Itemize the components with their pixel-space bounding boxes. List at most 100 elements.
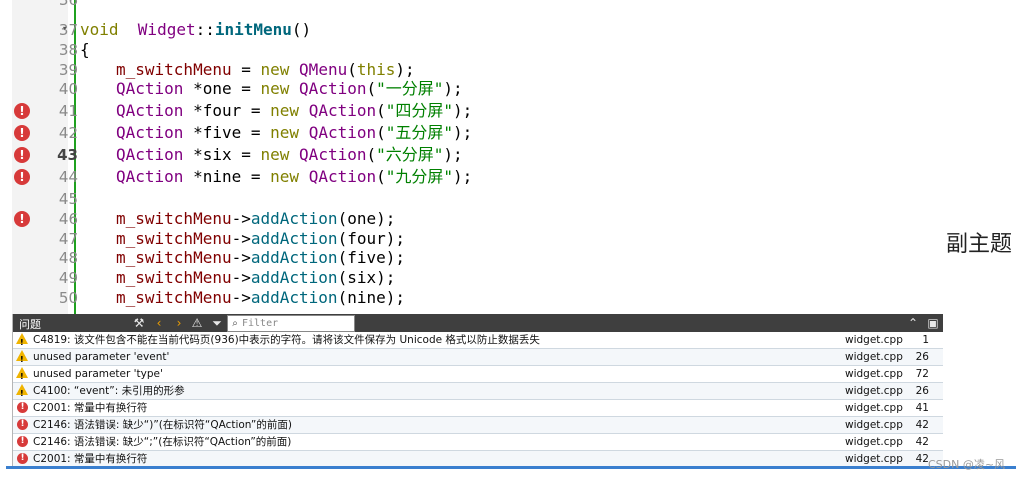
code-token: QMenu — [299, 60, 348, 79]
code-line: 47 m_switchMenu->addAction(four); — [59, 229, 928, 249]
issue-file: widget.cpp — [845, 402, 903, 414]
line-number: 43 — [57, 146, 78, 164]
code-token: = — [231, 60, 261, 79]
panel-bottom-border — [6, 466, 1016, 469]
issue-line: 42 — [915, 436, 929, 448]
issue-row[interactable]: ! unused parameter 'type' widget.cpp 72 — [13, 366, 943, 383]
code-token: new — [270, 123, 300, 142]
build-icon[interactable]: ⚒ — [131, 315, 147, 331]
code-token: initMenu — [214, 20, 292, 39]
code-token: ( — [376, 167, 386, 186]
filter-input[interactable]: ⌕ Filter — [227, 315, 355, 332]
issue-row[interactable]: ! C2146: 语法错误: 缺少“)”(在标识符“QAction”的前面) wid… — [13, 417, 943, 434]
code-token: () — [291, 20, 312, 39]
code-line: ! 44 QAction *nine = new QAction("九分屏"); — [14, 167, 928, 187]
code-token: "一分屏" — [376, 79, 444, 98]
code-token: m_switchMenu — [116, 248, 232, 267]
code-token: *five = — [183, 123, 271, 142]
issue-message: C2146: 语法错误: 缺少“;”(在标识符“QAction”的前面) — [33, 436, 292, 448]
code-token: addAction — [250, 248, 338, 267]
code-token: "六分屏" — [376, 145, 444, 164]
code-line: ! 43 QAction *six = new QAction("六分屏"); — [14, 145, 928, 165]
issue-message: C4819: 该文件包含不能在当前代码页(936)中表示的字符。请将该文件保存为… — [33, 334, 540, 346]
code-token: new — [260, 145, 290, 164]
issue-row[interactable]: ! C4100: “event”: 未引用的形参 widget.cpp 26 — [13, 383, 943, 400]
issue-file: widget.cpp — [845, 436, 903, 448]
code-text: QAction *nine = new QAction("九分屏"); — [80, 167, 472, 187]
line-number: 40 — [58, 80, 78, 98]
line-number: 37 — [58, 21, 78, 39]
warning-icon: ! — [16, 384, 28, 398]
collapse-icon[interactable]: ⌃ — [905, 315, 921, 331]
panel-close-icon[interactable]: ▣ — [925, 315, 941, 331]
error-icon: ! — [17, 402, 28, 413]
error-icon[interactable]: ! — [14, 147, 30, 163]
code-line: 36 — [59, 0, 928, 10]
search-icon: ⌕ — [232, 318, 238, 329]
side-label: 副主题 — [946, 232, 1013, 257]
line-number: 50 — [58, 289, 78, 307]
line-number: 47 — [58, 230, 78, 248]
code-token: new — [270, 167, 300, 186]
code-token: new — [270, 101, 300, 120]
warning-toggle-icon[interactable]: ⚠ — [189, 315, 205, 331]
code-text: m_switchMenu->addAction(five); — [80, 248, 405, 268]
code-token: QAction — [116, 101, 184, 120]
fold-toggle-icon[interactable]: ▾ — [62, 24, 67, 34]
code-token: ); — [453, 123, 473, 142]
code-line: 40 QAction *one = new QAction("一分屏"); — [59, 79, 928, 99]
code-area[interactable]: 36 37 ▾ void Widget::initMenu() 38{39 m_swit… — [14, 0, 928, 314]
issue-line: 42 — [915, 419, 929, 431]
code-token: (four); — [337, 229, 405, 248]
next-icon[interactable]: › — [171, 315, 187, 331]
code-token: QAction — [116, 123, 184, 142]
code-token: QAction — [308, 101, 377, 120]
issue-file: widget.cpp — [845, 453, 903, 465]
issues-list: ! C4819: 该文件包含不能在当前代码页(936)中表示的字符。请将该文件保存… — [13, 332, 943, 468]
code-token: m_switchMenu — [116, 268, 232, 287]
code-token: QAction — [299, 79, 367, 98]
issue-line: 72 — [915, 368, 929, 380]
filter-icon[interactable]: ⏷ — [209, 315, 225, 331]
code-token: QAction — [116, 79, 184, 98]
code-token: :: — [195, 20, 215, 39]
code-text: QAction *four = new QAction("四分屏"); — [80, 101, 472, 121]
code-token: *nine = — [183, 167, 271, 186]
code-token: (five); — [337, 248, 405, 267]
line-number: 38 — [58, 41, 78, 59]
code-text: m_switchMenu->addAction(six); — [80, 268, 395, 288]
line-number: 36 — [58, 0, 78, 9]
line-number: 45 — [58, 190, 78, 208]
issue-file: widget.cpp — [845, 385, 903, 397]
code-text: { — [80, 40, 90, 60]
code-editor[interactable]: 36 37 ▾ void Widget::initMenu() 38{39 m_swit… — [12, 0, 942, 314]
code-text: QAction *six = new QAction("六分屏"); — [80, 145, 463, 165]
error-icon[interactable]: ! — [14, 125, 30, 141]
issue-row[interactable]: ! unused parameter 'event' widget.cpp 26 — [13, 349, 943, 366]
code-token: -> — [231, 268, 251, 287]
previous-icon[interactable]: ‹ — [151, 315, 167, 331]
filter-placeholder: Filter — [242, 318, 279, 329]
warning-icon: ! — [16, 350, 28, 364]
issue-row[interactable]: ! C2001: 常量中有换行符 widget.cpp 41 — [13, 400, 943, 417]
code-token: m_switchMenu — [116, 229, 232, 248]
code-token: -> — [231, 288, 251, 307]
code-token: "四分屏" — [385, 101, 454, 120]
error-icon[interactable]: ! — [14, 211, 30, 227]
issue-row[interactable]: ! C4819: 该文件包含不能在当前代码页(936)中表示的字符。请将该文件保存… — [13, 332, 943, 349]
code-line: ! 42 QAction *five = new QAction("五分屏"); — [14, 123, 928, 143]
issue-line: 1 — [922, 334, 929, 346]
error-icon[interactable]: ! — [14, 103, 30, 119]
code-token: *one = — [183, 79, 261, 98]
line-number: 42 — [58, 124, 78, 142]
code-text: m_switchMenu->addAction(nine); — [80, 288, 405, 308]
code-token: ( — [376, 101, 386, 120]
line-number: 39 — [58, 61, 78, 79]
error-icon[interactable]: ! — [14, 169, 30, 185]
code-token: ); — [453, 167, 473, 186]
code-token: ( — [366, 79, 377, 98]
issue-message: C2146: 语法错误: 缺少“)”(在标识符“QAction”的前面) — [33, 419, 292, 431]
issue-row[interactable]: ! C2146: 语法错误: 缺少“;”(在标识符“QAction”的前面) wid… — [13, 434, 943, 451]
